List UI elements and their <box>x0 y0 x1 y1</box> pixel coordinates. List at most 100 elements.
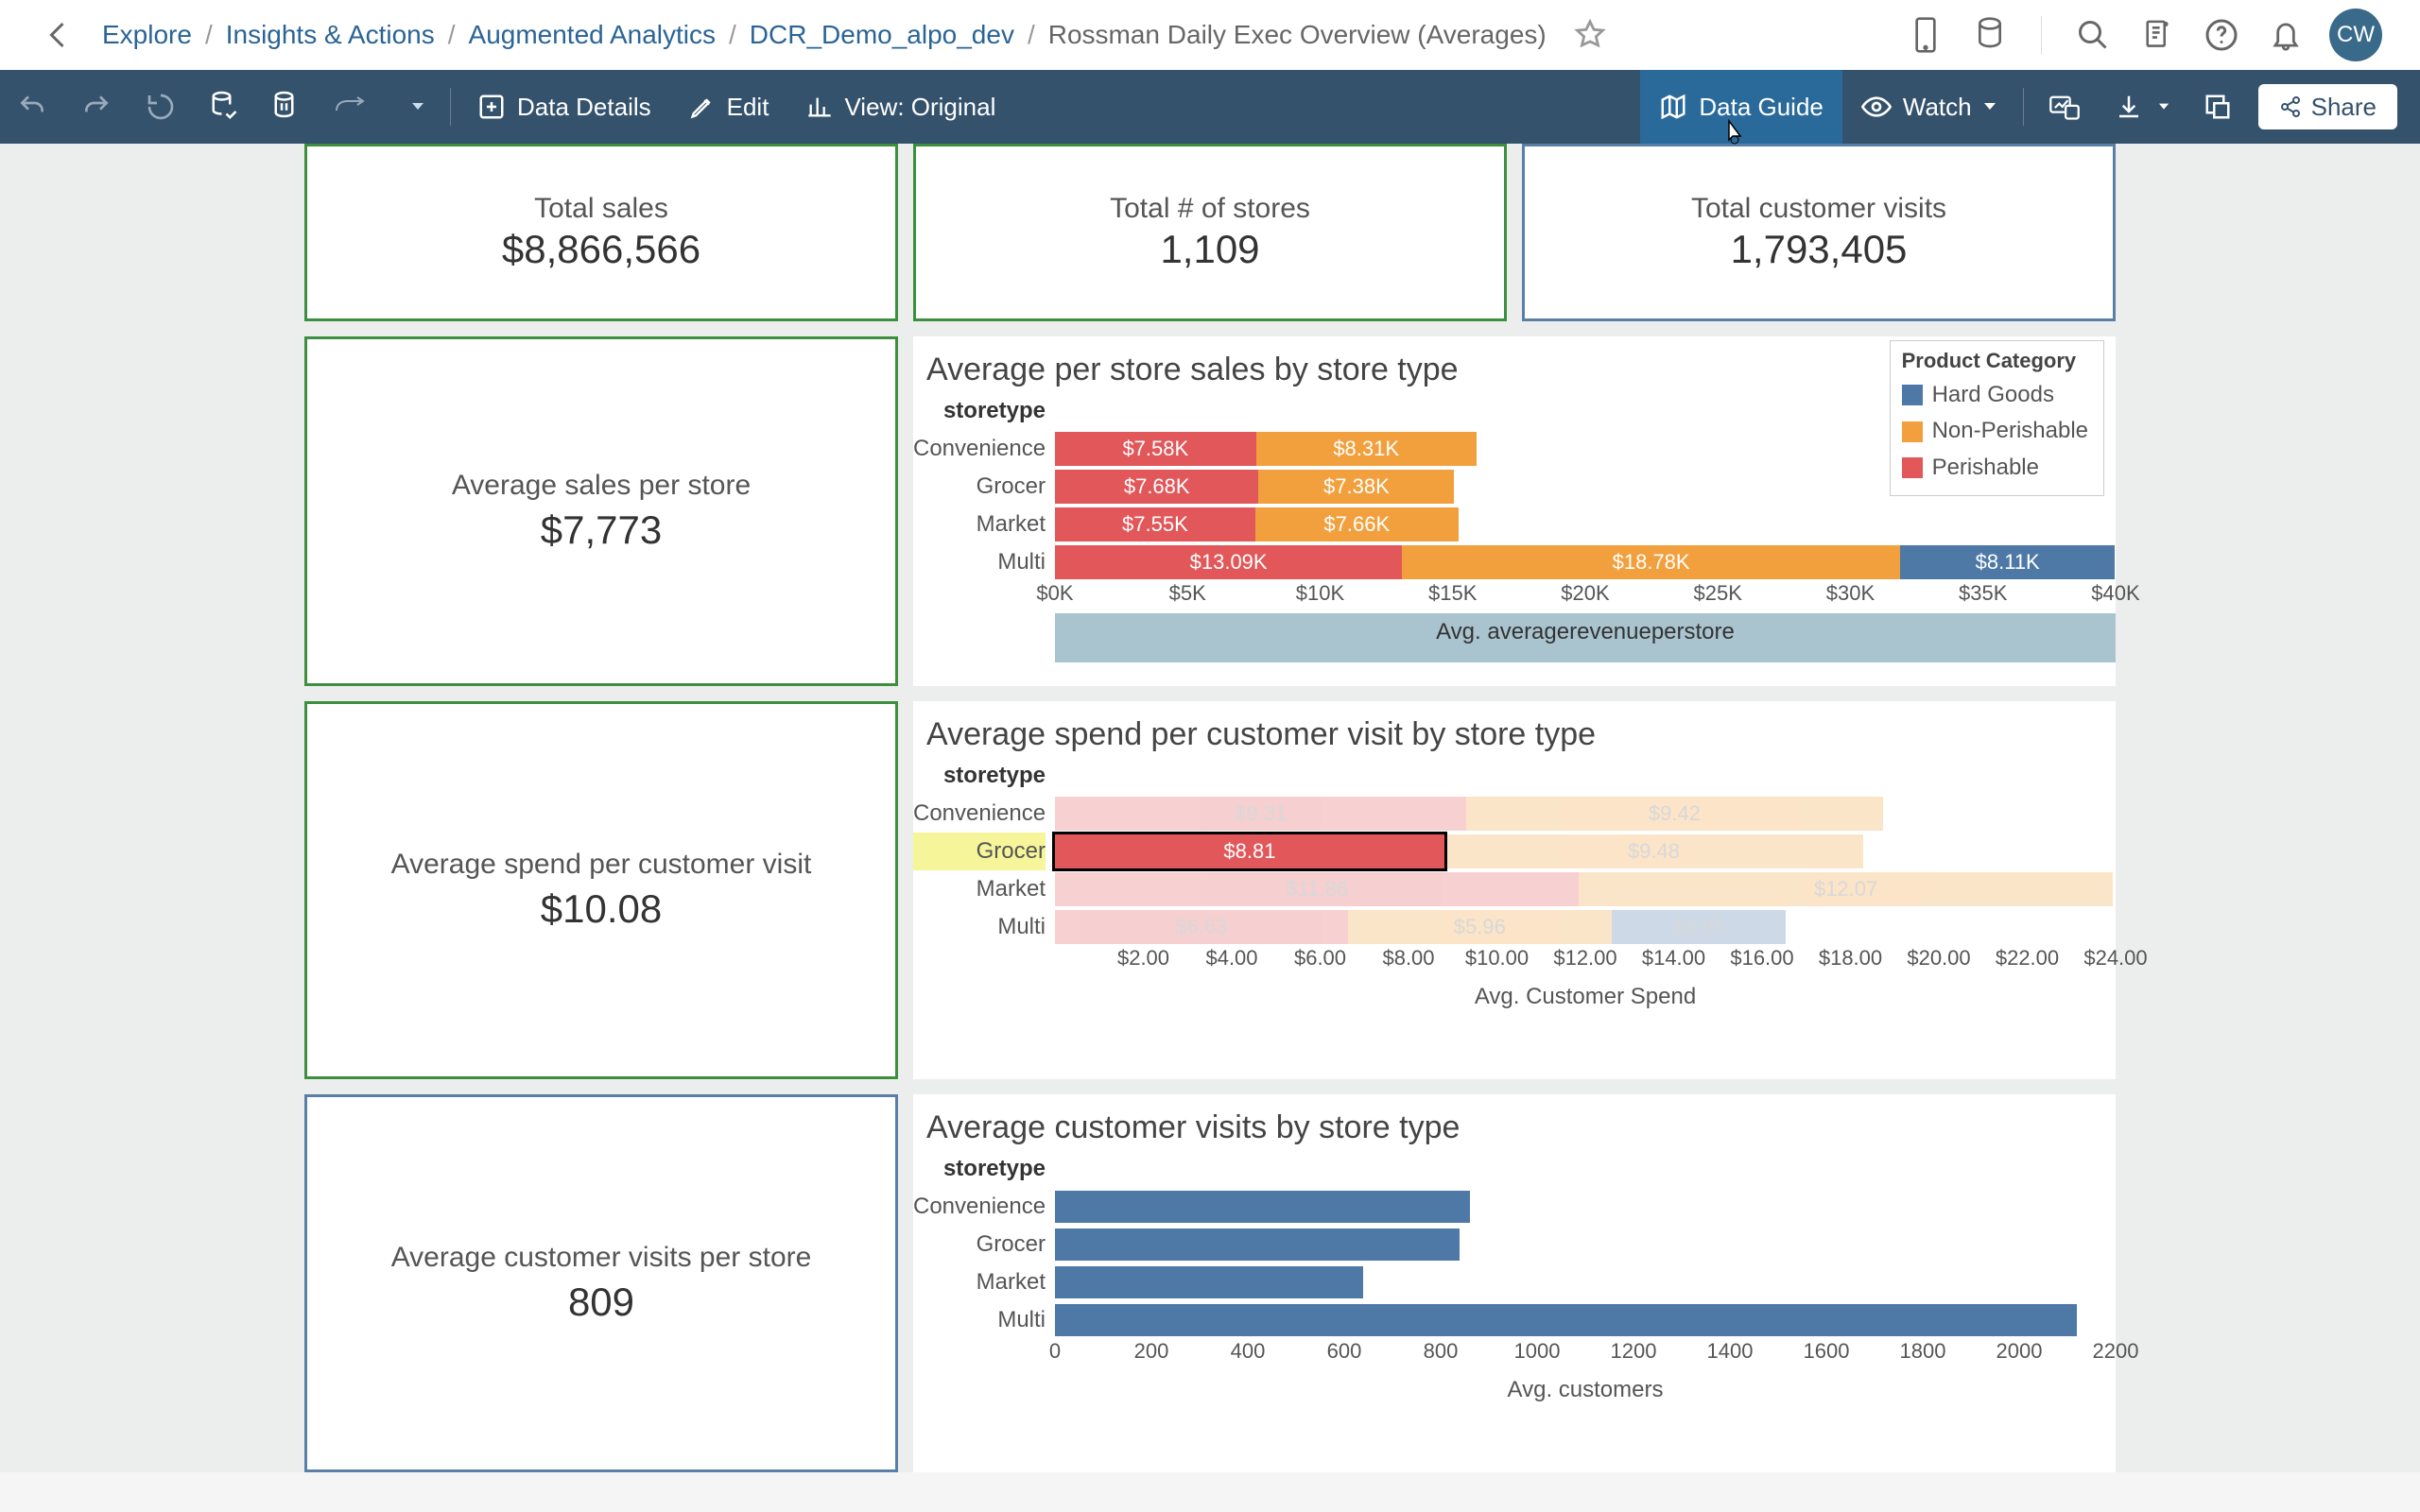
bar-row[interactable] <box>1055 1263 2116 1301</box>
view-button[interactable]: View: Original <box>787 70 1014 144</box>
bar-row[interactable] <box>1055 1188 2116 1226</box>
bar-segment[interactable]: $3.95 <box>1612 910 1787 944</box>
replay-icon[interactable] <box>318 70 393 144</box>
bar-row[interactable]: $13.09K$18.78K$8.11K <box>1055 543 2116 581</box>
share-button[interactable]: Share <box>2258 84 2397 129</box>
replay-dropdown-icon[interactable] <box>393 70 442 144</box>
side-kpi-card[interactable]: Average sales per store $7,773 <box>304 336 898 686</box>
top-bar: Explore/ Insights & Actions/ Augmented A… <box>0 0 2420 70</box>
data-source-icon[interactable] <box>1969 14 2011 56</box>
bar-segment[interactable]: $9.42 <box>1466 797 1882 831</box>
plot-area[interactable]: $7.58K$8.31K$7.68K$7.38K$7.55K$7.66K$13.… <box>1055 392 2116 613</box>
breadcrumb-link[interactable]: DCR_Demo_alpo_dev <box>750 20 1014 50</box>
bar-row[interactable]: $7.58K$8.31K <box>1055 430 2116 468</box>
side-kpi-title: Average spend per customer visit <box>391 849 812 881</box>
bar-row[interactable]: $11.86$12.07 <box>1055 870 2116 908</box>
bar[interactable] <box>1055 1304 2077 1336</box>
breadcrumb-link[interactable]: Insights & Actions <box>226 20 435 50</box>
bar-chart-icon <box>806 94 833 120</box>
bar[interactable] <box>1055 1191 1470 1223</box>
chart-title: Average customer visits by store type <box>913 1104 2116 1150</box>
bar-segment[interactable]: $7.66K <box>1255 507 1459 541</box>
divider <box>2023 88 2024 126</box>
revert-button[interactable] <box>129 70 193 144</box>
bar-row[interactable] <box>1055 1301 2116 1339</box>
chart-bars: storetypeConvenienceGrocerMarketMulti$7.… <box>913 392 2116 613</box>
refresh-data-icon[interactable] <box>193 70 255 144</box>
bar-row[interactable] <box>1055 1226 2116 1263</box>
dashboard-row: Average customer visits per store 809Ave… <box>304 1094 2116 1472</box>
dashboard: Total sales $8,866,566Total # of stores … <box>0 144 2420 1472</box>
x-axis-title: Avg. averagerevenueperstore <box>1055 613 2116 662</box>
kpi-card[interactable]: Total customer visits 1,793,405 <box>1522 144 2116 321</box>
side-kpi-card[interactable]: Average spend per customer visit $10.08 <box>304 701 898 1079</box>
bar-segment[interactable]: $13.09K <box>1055 545 1402 579</box>
favorite-star-icon[interactable] <box>1569 14 1611 56</box>
chart-panel[interactable]: Average per store sales by store type Pr… <box>913 336 2116 686</box>
chart-panel[interactable]: Average spend per customer visit by stor… <box>913 701 2116 1079</box>
bar-segment[interactable]: $6.63 <box>1055 910 1348 944</box>
bar-segment[interactable]: $7.58K <box>1055 432 1256 466</box>
share-label: Share <box>2311 93 2377 122</box>
bar-segment[interactable]: $11.86 <box>1055 872 1579 906</box>
edit-button[interactable]: Edit <box>670 70 788 144</box>
y-axis-labels: storetypeConvenienceGrocerMarketMulti <box>913 757 1055 978</box>
fullscreen-button[interactable] <box>2187 70 2249 144</box>
breadcrumb-link[interactable]: Augmented Analytics <box>469 20 717 50</box>
bar-segment[interactable]: $18.78K <box>1402 545 1900 579</box>
plot-area[interactable]: $9.31$9.42$8.81$9.48$11.86$12.07$6.63$5.… <box>1055 757 2116 978</box>
kpi-value: $8,866,566 <box>502 227 700 272</box>
download-button[interactable] <box>2098 70 2187 144</box>
bar-row[interactable]: $6.63$5.96$3.95 <box>1055 908 2116 946</box>
edit-label: Edit <box>727 93 769 122</box>
bar[interactable] <box>1055 1228 1460 1261</box>
kpi-card[interactable]: Total sales $8,866,566 <box>304 144 898 321</box>
help-icon[interactable] <box>2201 14 2242 56</box>
watch-button[interactable]: Watch <box>1842 70 2015 144</box>
bar-row[interactable]: $7.68K$7.38K <box>1055 468 2116 506</box>
plot-area[interactable]: 0200400600800100012001400160018002000220… <box>1055 1150 2116 1371</box>
bar-segment[interactable]: $5.96 <box>1348 910 1612 944</box>
bar-segment[interactable]: $7.38K <box>1258 470 1454 504</box>
side-kpi-value: 809 <box>568 1280 634 1325</box>
bar-segment[interactable]: $8.11K <box>1900 545 2115 579</box>
side-kpi-title: Average sales per store <box>452 470 751 502</box>
bar-row[interactable]: $8.81$9.48 <box>1055 833 2116 870</box>
bar-segment[interactable]: $9.48 <box>1444 834 1863 868</box>
bar-segment[interactable]: $7.55K <box>1055 507 1255 541</box>
side-kpi-value: $7,773 <box>541 507 662 553</box>
metrics-icon[interactable] <box>2031 70 2098 144</box>
bar[interactable] <box>1055 1266 1363 1298</box>
bar-segment[interactable]: $7.68K <box>1055 470 1258 504</box>
kpi-title: Total sales <box>534 193 668 225</box>
side-kpi-card[interactable]: Average customer visits per store 809 <box>304 1094 898 1472</box>
avatar[interactable]: CW <box>2329 9 2382 61</box>
breadcrumb-link[interactable]: Explore <box>102 20 192 50</box>
notifications-icon[interactable] <box>2265 14 2307 56</box>
bar-segment[interactable]: $9.31 <box>1055 797 1466 831</box>
bar-segment[interactable]: $8.31K <box>1256 432 1477 466</box>
device-preview-icon[interactable] <box>1905 14 1946 56</box>
pencil-icon <box>689 94 716 120</box>
chart-bars: storetypeConvenienceGrocerMarketMulti020… <box>913 1150 2116 1371</box>
pause-data-icon[interactable] <box>255 70 318 144</box>
redo-button[interactable] <box>64 70 129 144</box>
undo-button[interactable] <box>0 70 64 144</box>
data-guide-label: Data Guide <box>1699 93 1824 122</box>
back-arrow-icon[interactable] <box>38 14 79 56</box>
kpi-card[interactable]: Total # of stores 1,109 <box>913 144 1507 321</box>
note-icon[interactable] <box>2136 14 2178 56</box>
cursor-icon <box>1723 119 1746 147</box>
bar-row[interactable]: $9.31$9.42 <box>1055 795 2116 833</box>
data-details-button[interactable]: Data Details <box>458 70 670 144</box>
kpi-title: Total # of stores <box>1110 193 1310 225</box>
bar-segment[interactable]: $12.07 <box>1579 872 2112 906</box>
search-icon[interactable] <box>2072 14 2114 56</box>
data-guide-button[interactable]: Data Guide <box>1640 70 1842 144</box>
side-kpi-title: Average customer visits per store <box>391 1242 812 1274</box>
bar-row[interactable]: $7.55K$7.66K <box>1055 506 2116 543</box>
chart-panel[interactable]: Average customer visits by store type st… <box>913 1094 2116 1472</box>
legend-title: Product Category <box>1902 349 2088 373</box>
x-axis-title: Avg. Customer Spend <box>1055 978 2116 1020</box>
bar-segment[interactable]: $8.81 <box>1055 834 1444 868</box>
